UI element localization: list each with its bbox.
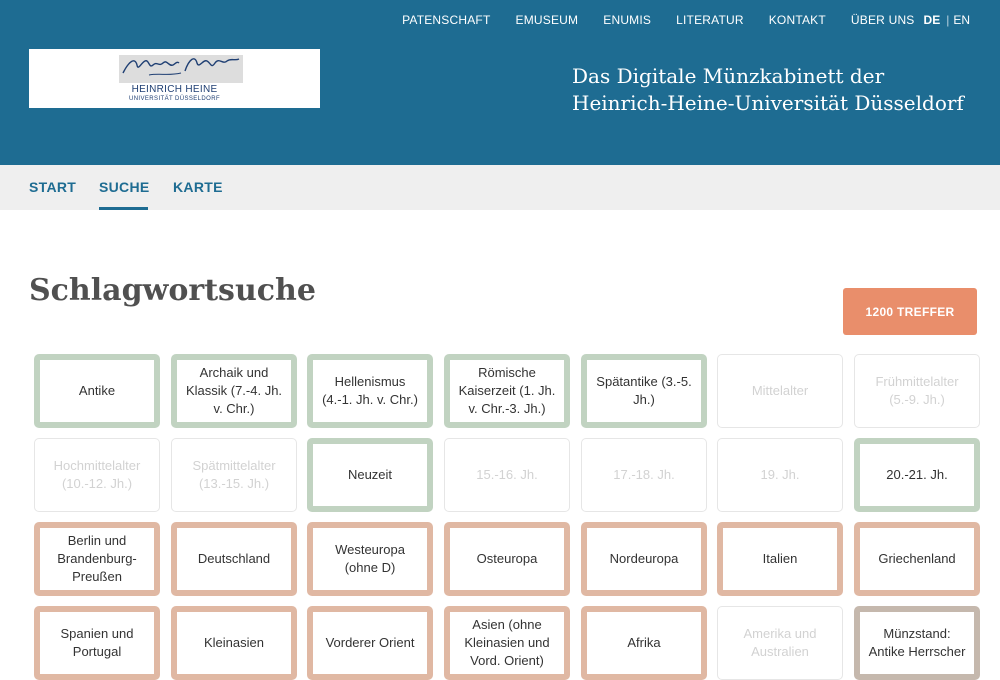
keyword-tile-hellenismus[interactable]: Hellenismus (4.-1. Jh. v. Chr.) — [307, 354, 433, 428]
site-title-line-1: Das Digitale Münzkabinett der — [572, 64, 885, 88]
site-title-line-2: Heinrich-Heine-Universität Düsseldorf — [572, 91, 964, 115]
topnav-link-emuseum[interactable]: EMUSEUM — [516, 13, 579, 27]
nav-tab-start[interactable]: START — [29, 179, 76, 195]
site-header: PATENSCHAFT EMUSEUM ENUMIS LITERATUR KON… — [0, 0, 1000, 165]
university-logo[interactable]: HEINRICH HEINE UNIVERSITÄT DÜSSELDORF — [29, 49, 320, 108]
keyword-tile-spaetmittelalter: Spätmittelalter (13.-15. Jh.) — [171, 438, 297, 512]
keyword-tile-griechenland[interactable]: Griechenland — [854, 522, 980, 596]
keyword-tile-berlin-brandenburg[interactable]: Berlin und Brandenburg-Preußen — [34, 522, 160, 596]
keyword-tile-17-18-jh: 17.-18. Jh. — [581, 438, 707, 512]
keyword-tile-spaetantike[interactable]: Spätantike (3.-5. Jh.) — [581, 354, 707, 428]
keyword-tile-neuzeit[interactable]: Neuzeit — [307, 438, 433, 512]
language-switcher: DE | EN — [924, 13, 970, 27]
keyword-tile-nordeuropa[interactable]: Nordeuropa — [581, 522, 707, 596]
keyword-tile-westeuropa[interactable]: Westeuropa (ohne D) — [307, 522, 433, 596]
keyword-tile-mittelalter: Mittelalter — [717, 354, 843, 428]
topnav-link-literatur[interactable]: LITERATUR — [676, 13, 744, 27]
topnav-link-ueber-uns[interactable]: ÜBER UNS — [851, 13, 915, 27]
topnav-link-enumis[interactable]: ENUMIS — [603, 13, 651, 27]
keyword-tile-15-16-jh: 15.-16. Jh. — [444, 438, 570, 512]
logo-subtitle: UNIVERSITÄT DÜSSELDORF — [128, 96, 221, 102]
keyword-tile-amerika-australien: Amerika und Australien — [717, 606, 843, 680]
top-navigation: PATENSCHAFT EMUSEUM ENUMIS LITERATUR KON… — [402, 11, 1000, 29]
topnav-link-patenschaft[interactable]: PATENSCHAFT — [402, 13, 490, 27]
keyword-tile-antike[interactable]: Antike — [34, 354, 160, 428]
page-title: Schlagwortsuche — [29, 273, 316, 309]
keyword-tile-italien[interactable]: Italien — [717, 522, 843, 596]
active-tab-indicator — [99, 207, 148, 210]
keyword-tile-muenzstand-antike-herrscher[interactable]: Münzstand: Antike Herrscher — [854, 606, 980, 680]
keyword-tile-fruehmittelalter: Frühmittelalter (5.-9. Jh.) — [854, 354, 980, 428]
language-separator: | — [946, 13, 950, 27]
logo-name: HEINRICH HEINE — [131, 84, 218, 95]
hits-button[interactable]: 1200 TREFFER — [843, 288, 977, 335]
keyword-tile-20-21-jh[interactable]: 20.-21. Jh. — [854, 438, 980, 512]
keyword-tile-archaik-klassik[interactable]: Archaik und Klassik (7.-4. Jh. v. Chr.) — [171, 354, 297, 428]
signature-graphic — [122, 58, 240, 76]
keyword-tile-deutschland[interactable]: Deutschland — [171, 522, 297, 596]
keyword-tile-hochmittelalter: Hochmittelalter (10.-12. Jh.) — [34, 438, 160, 512]
keyword-tile-19-jh: 19. Jh. — [717, 438, 843, 512]
language-de-link[interactable]: DE — [924, 13, 941, 27]
keyword-tile-afrika[interactable]: Afrika — [581, 606, 707, 680]
keyword-tile-vorderer-orient[interactable]: Vorderer Orient — [307, 606, 433, 680]
nav-tab-suche[interactable]: SUCHE — [99, 179, 150, 195]
nav-tab-karte[interactable]: KARTE — [173, 179, 223, 195]
keyword-tile-roemische-kaiserzeit[interactable]: Römische Kaiserzeit (1. Jh. v. Chr.-3. J… — [444, 354, 570, 428]
site-title: Das Digitale Münzkabinett der Heinrich-H… — [572, 63, 964, 117]
topnav-link-kontakt[interactable]: KONTAKT — [769, 13, 826, 27]
language-en-link[interactable]: EN — [953, 13, 970, 27]
main-navigation: START SUCHE KARTE — [0, 165, 1000, 210]
keyword-tile-asien[interactable]: Asien (ohne Kleinasien und Vord. Orient) — [444, 606, 570, 680]
keyword-tile-osteuropa[interactable]: Osteuropa — [444, 522, 570, 596]
keyword-tile-spanien-portugal[interactable]: Spanien und Portugal — [34, 606, 160, 680]
keyword-tile-kleinasien[interactable]: Kleinasien — [171, 606, 297, 680]
